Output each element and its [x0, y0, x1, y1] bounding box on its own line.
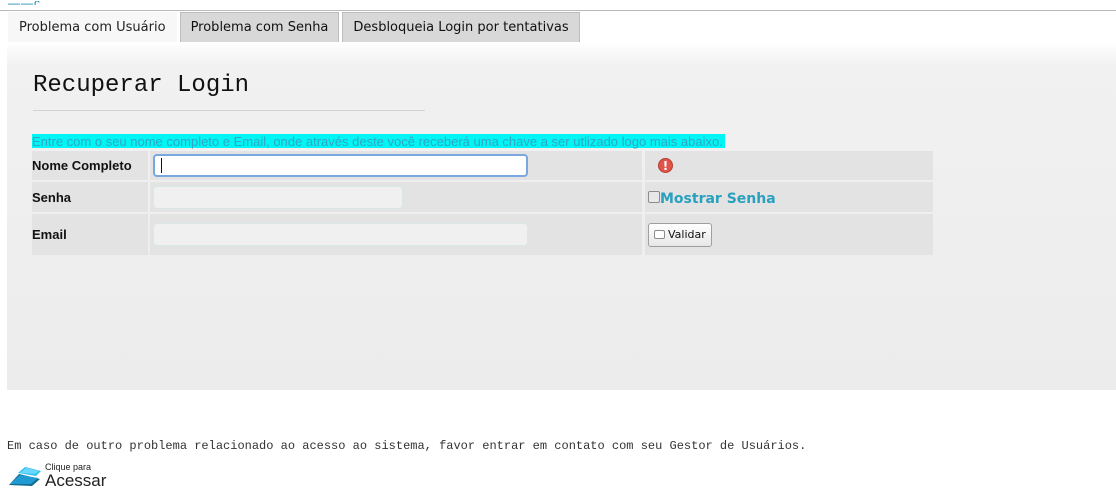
validate-button[interactable]: Validar — [648, 222, 712, 247]
top-accent: ——ç — [8, 1, 56, 5]
email-input-cell — [150, 214, 642, 255]
text-caret — [161, 158, 162, 173]
name-row: Nome Completo ! — [32, 151, 933, 180]
name-label: Nome Completo — [32, 151, 148, 180]
tab-bar: Problema com Usuário Problema com Senha … — [8, 12, 583, 42]
main-panel: Recuperar Login Entre com o seu nome com… — [7, 42, 1116, 390]
show-password-cell: Mostrar Senha — [645, 182, 933, 212]
email-row: Email Validar — [32, 214, 933, 255]
support-message: Em caso de outro problema relacionado ao… — [7, 439, 807, 453]
name-status-cell: ! — [645, 151, 933, 180]
show-password-label[interactable]: Mostrar Senha — [660, 191, 776, 207]
name-input[interactable] — [153, 154, 528, 177]
tab-desbloqueia-login[interactable]: Desbloqueia Login por tentativas — [342, 12, 580, 42]
validate-button-icon — [654, 230, 665, 239]
email-label: Email — [32, 214, 148, 255]
validate-button-label: Validar — [668, 228, 706, 241]
name-input-cell — [150, 151, 642, 180]
instruction-text: Entre com o seu nome completo e Email, o… — [32, 134, 725, 149]
tab-problema-senha[interactable]: Problema com Senha — [179, 12, 340, 42]
page-title: Recuperar Login — [33, 72, 250, 99]
password-input-cell — [150, 182, 642, 212]
password-input[interactable] — [153, 185, 403, 209]
top-divider — [0, 10, 1116, 11]
access-logo-icon — [8, 465, 42, 487]
tab-problema-usuario[interactable]: Problema com Usuário — [8, 12, 177, 42]
access-button[interactable]: Clique para Acessar — [8, 459, 108, 493]
show-password-checkbox[interactable] — [648, 191, 660, 203]
error-icon: ! — [658, 158, 673, 173]
email-input[interactable] — [153, 223, 528, 246]
password-label: Senha — [32, 182, 148, 212]
access-big-text: Acessar — [45, 470, 107, 490]
password-row: Senha Mostrar Senha — [32, 182, 933, 212]
validate-cell: Validar — [645, 214, 933, 255]
title-underline — [33, 110, 425, 111]
